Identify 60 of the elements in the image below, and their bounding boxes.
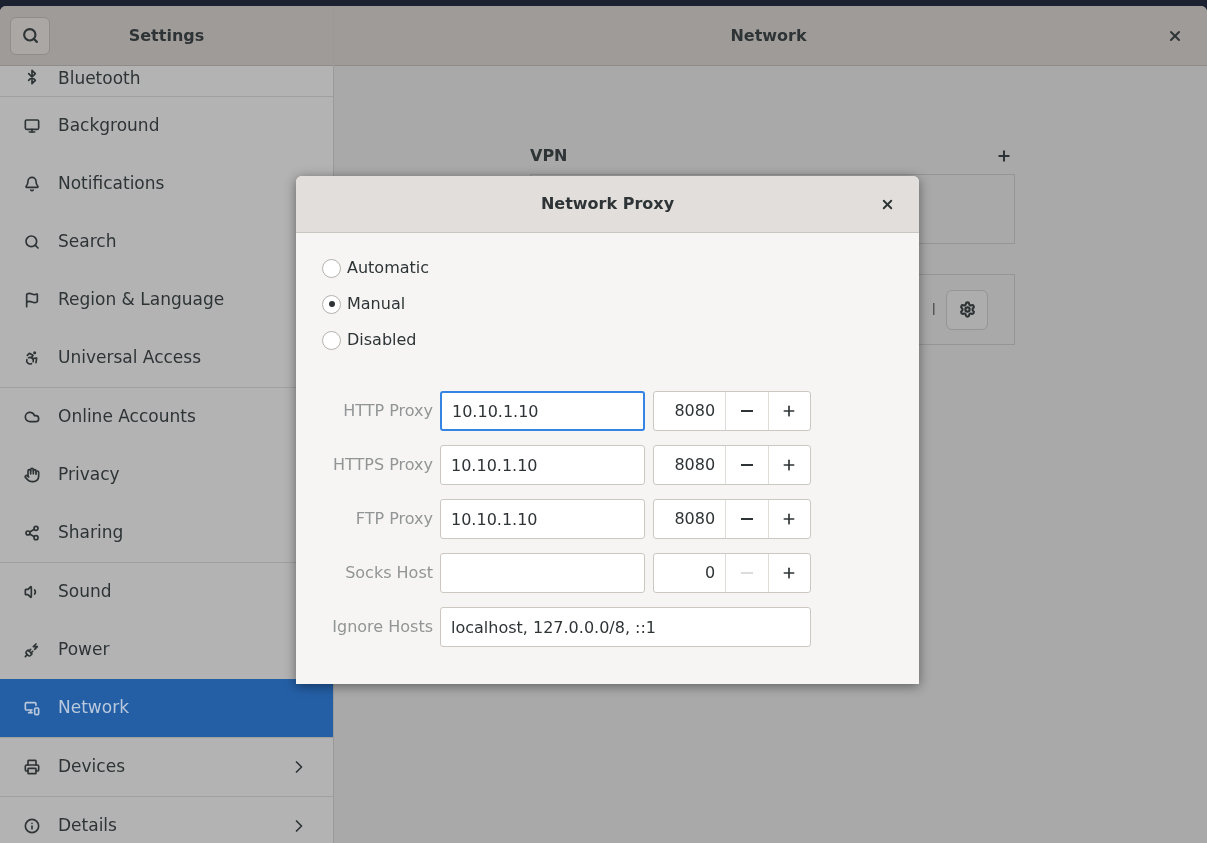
add-icon [996,148,1012,164]
screens-icon [24,700,40,716]
window-title: Network [729,24,808,47]
sidebar-item[interactable]: Privacy [0,446,333,504]
radio-button[interactable] [322,330,341,350]
sidebar-item[interactable]: Power [0,621,333,679]
sidebar-item[interactable]: Online Accounts [0,388,333,446]
settings-icon [958,301,976,318]
settings-button[interactable] [946,289,988,330]
sidebar-item[interactable]: Universal Access [0,329,333,387]
search-button[interactable] [10,16,50,55]
search-icon [24,234,40,250]
port-value: 8080 [673,400,717,422]
radio-label: Automatic [347,257,430,279]
field-label: Ignore Hosts [331,616,434,638]
sidebar-item[interactable]: Details [0,797,333,843]
cloud-icon [24,409,40,425]
sidebar-item[interactable]: Search [0,213,333,271]
host-field[interactable] [440,553,645,593]
row-text: l [931,298,936,321]
field-label: HTTPS Proxy [332,454,434,476]
radio-label: Disabled [347,329,417,351]
host-field[interactable]: 10.10.1.10 [440,445,645,485]
host-field[interactable]: 10.10.1.10 [440,391,645,431]
sidebar-item[interactable]: Sharing [0,504,333,562]
sidebar-item[interactable]: Region & Language [0,271,333,329]
sidebar-item[interactable]: Network [0,679,333,737]
ignore-hosts-field[interactable]: localhost, 127.0.0.0/8, ::1 [440,607,811,647]
sidebar-item[interactable]: Devices [0,738,333,796]
hand-icon [24,467,40,483]
port-spinner[interactable]: 8080 [653,445,811,485]
host-field[interactable]: 10.10.1.10 [440,499,645,539]
field-label: HTTP Proxy [342,400,434,422]
monitor-icon [24,118,40,134]
search-icon [21,27,39,44]
port-spinner[interactable]: 8080 [653,499,811,539]
radio-label: Manual [347,293,406,315]
share-icon [24,525,40,541]
sidebar-item[interactable]: Sound [0,563,333,621]
person-icon [24,350,40,366]
port-value: 8080 [673,454,717,476]
field-label: FTP Proxy [354,508,434,530]
flag-icon [24,292,40,308]
port-value: 8080 [673,508,717,530]
radio-button[interactable] [322,258,341,278]
port-value: 0 [703,562,717,584]
bell-icon [24,176,40,192]
sidebar-item[interactable]: Bluetooth [0,66,333,96]
port-spinner[interactable]: 8080 [653,391,811,431]
dialog-title: Network Proxy [539,193,676,215]
port-spinner[interactable]: 0 [653,553,811,593]
plug-icon [24,642,40,658]
sidebar-title: Settings [127,24,206,47]
section-heading: VPN [530,145,568,167]
field-label: Socks Host [344,562,434,584]
printer-icon [24,759,40,775]
sidebar-item[interactable]: Notifications [0,155,333,213]
radio-button[interactable] [322,294,341,314]
sidebar-item[interactable]: Background [0,97,333,155]
info-icon [24,818,40,834]
